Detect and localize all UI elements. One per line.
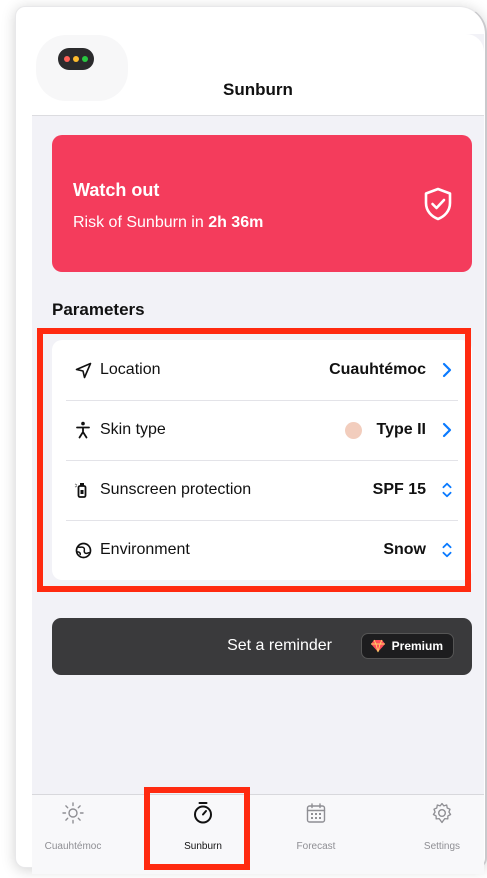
tab-forecast[interactable]: Forecast: [271, 795, 361, 875]
set-reminder-button[interactable]: Set a reminder Premium: [52, 618, 472, 675]
minimize-dot[interactable]: [73, 56, 79, 62]
tab-cuauhtemoc[interactable]: Cuauhtémoc: [28, 795, 118, 875]
skin-tone-swatch: [345, 421, 362, 439]
zoom-dot[interactable]: [82, 56, 88, 62]
calendar-icon: [306, 803, 326, 823]
close-dot[interactable]: [64, 56, 70, 62]
gear-icon: [432, 802, 452, 824]
parameter-label: Location: [100, 361, 161, 378]
warning-subtitle-prefix: Risk of Sunburn in: [73, 214, 209, 231]
warning-time: 2h 36m: [208, 214, 264, 231]
parameter-label: Sunscreen protection: [100, 481, 252, 498]
person-icon: [74, 421, 92, 439]
sun-icon: [62, 802, 84, 824]
nav-header: Sunburn: [32, 34, 484, 116]
globe-icon: [74, 541, 92, 559]
traffic-lights[interactable]: [58, 48, 94, 70]
chevron-right-icon: [442, 422, 452, 438]
tab-label: Settings: [423, 841, 461, 852]
tab-settings[interactable]: Settings: [397, 795, 487, 875]
diamond-icon: [370, 639, 385, 653]
parameters-list: Location Cuauhtémoc Skin type Type II Su…: [52, 340, 472, 580]
parameter-value: SPF 15: [372, 481, 426, 498]
parameter-label: Environment: [100, 541, 190, 558]
sunburn-warning-card: Watch out Risk of Sunburn in 2h 36m: [52, 135, 472, 272]
chevron-updown-icon: [442, 542, 452, 558]
tab-label: Sunburn: [184, 841, 222, 852]
chevron-right-icon: [442, 362, 452, 378]
tab-label: Cuauhtémoc: [44, 841, 102, 852]
app-screen: Sunburn Watch out Risk of Sunburn in 2h …: [32, 34, 484, 874]
reminder-label: Set a reminder: [227, 637, 332, 654]
parameter-row-sunscreen[interactable]: Sunscreen protection SPF 15: [52, 460, 472, 520]
tab-sunburn[interactable]: Sunburn: [158, 795, 248, 875]
parameter-row-skin-type[interactable]: Skin type Type II: [52, 400, 472, 460]
shield-check-icon: [424, 187, 452, 221]
chevron-updown-icon: [442, 482, 452, 498]
location-arrow-icon: [74, 361, 92, 379]
parameter-value: Snow: [383, 541, 426, 558]
parameter-label: Skin type: [100, 421, 166, 438]
parameter-value: Cuauhtémoc: [329, 361, 426, 378]
parameter-row-location[interactable]: Location Cuauhtémoc: [52, 340, 472, 400]
tab-label: Forecast: [296, 841, 336, 852]
warning-subtitle: Risk of Sunburn in 2h 36m: [73, 214, 263, 232]
premium-badge: Premium: [360, 633, 454, 659]
timer-icon: [194, 802, 212, 824]
parameter-row-environment[interactable]: Environment Snow: [52, 520, 472, 580]
parameter-value: Type II: [376, 421, 427, 438]
sunscreen-bottle-icon: [74, 481, 92, 499]
parameters-heading: Parameters: [52, 300, 145, 319]
premium-label: Premium: [391, 639, 443, 653]
screenshot-stage: Sunburn Watch out Risk of Sunburn in 2h …: [0, 0, 487, 878]
warning-title: Watch out: [73, 180, 160, 200]
tab-bar: Cuauhtémoc Sunburn Forecast Settings: [32, 794, 484, 874]
page-title: Sunburn: [223, 80, 293, 99]
